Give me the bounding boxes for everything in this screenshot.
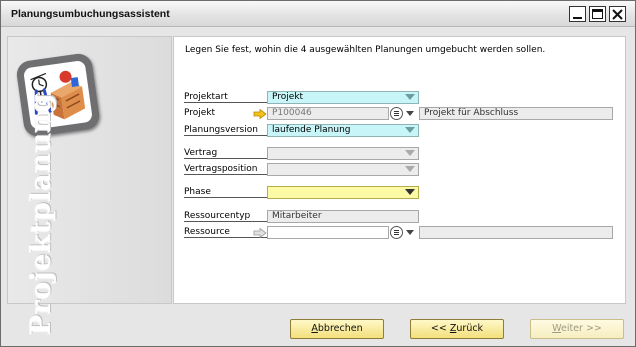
ressourcentyp-field: Mitarbeiter <box>267 210 419 223</box>
planungsversion-select[interactable]: laufende Planung <box>267 124 419 137</box>
vertrag-label: Vertrag <box>184 148 267 159</box>
ressource-input[interactable] <box>267 226 389 239</box>
phase-label: Phase <box>184 187 267 198</box>
vertragsposition-label: Vertragsposition <box>184 164 267 175</box>
planungsversion-value: laufende Planung <box>272 125 351 135</box>
projekt-description-field: Projekt für Abschluss <box>419 107 613 120</box>
projekt-list-icon[interactable] <box>390 107 403 120</box>
ressource-description-field <box>419 226 613 239</box>
chevron-down-icon <box>405 189 415 195</box>
link-arrow-icon[interactable] <box>253 109 267 119</box>
title-bar[interactable]: Planungsumbuchungsassistent <box>1 1 635 27</box>
back-button[interactable]: << Zurück <box>410 319 504 339</box>
projekt-description: Projekt für Abschluss <box>424 108 519 118</box>
phase-select[interactable] <box>267 186 419 199</box>
vertrag-select[interactable] <box>267 147 419 160</box>
wizard-sidebar: Projektplanung <box>7 36 172 335</box>
projektart-label: Projektart <box>184 92 267 103</box>
projektart-select[interactable]: Projekt <box>267 91 419 104</box>
planungsversion-label: Planungsversion <box>184 125 267 136</box>
projekt-input[interactable]: P100046 <box>267 107 389 120</box>
projekt-value: P100046 <box>272 108 312 118</box>
maximize-icon[interactable] <box>589 6 606 22</box>
next-button-label: eiter >> <box>560 323 602 334</box>
link-arrow-icon[interactable] <box>253 228 267 238</box>
cancel-button[interactable]: Abbrechen <box>290 319 384 339</box>
ressourcentyp-label: Ressourcentyp <box>184 211 267 222</box>
chevron-down-icon <box>405 127 415 133</box>
close-icon[interactable] <box>609 6 626 22</box>
vertragsposition-select[interactable] <box>267 163 419 176</box>
wizard-window: Planungsumbuchungsassistent Projektplanu… <box>0 0 636 347</box>
projekt-chevron-down-icon[interactable] <box>406 111 414 116</box>
chevron-down-icon <box>405 150 415 156</box>
step-instructions: Legen Sie fest, wohin die 4 ausgewählten… <box>185 45 546 55</box>
ressourcentyp-value: Mitarbeiter <box>272 211 322 221</box>
next-button-mnemonic: W <box>552 323 561 334</box>
projekt-label: Projekt <box>184 108 216 118</box>
sidebar-vertical-label: Projektplanung <box>26 92 57 335</box>
projektart-value: Projekt <box>272 92 304 102</box>
minimize-icon[interactable] <box>569 6 586 22</box>
chevron-down-icon <box>405 166 415 172</box>
chevron-down-icon <box>405 94 415 100</box>
wizard-step-panel: Legen Sie fest, wohin die 4 ausgewählten… <box>173 36 626 304</box>
window-title: Planungsumbuchungsassistent <box>11 8 170 20</box>
back-button-label: urück <box>456 323 484 334</box>
ressource-chevron-down-icon[interactable] <box>406 230 414 235</box>
next-button[interactable]: Weiter >> <box>530 319 624 339</box>
cancel-button-label: bbrechen <box>317 323 363 334</box>
back-button-prefix: << <box>430 323 450 334</box>
ressource-list-icon[interactable] <box>390 226 403 239</box>
